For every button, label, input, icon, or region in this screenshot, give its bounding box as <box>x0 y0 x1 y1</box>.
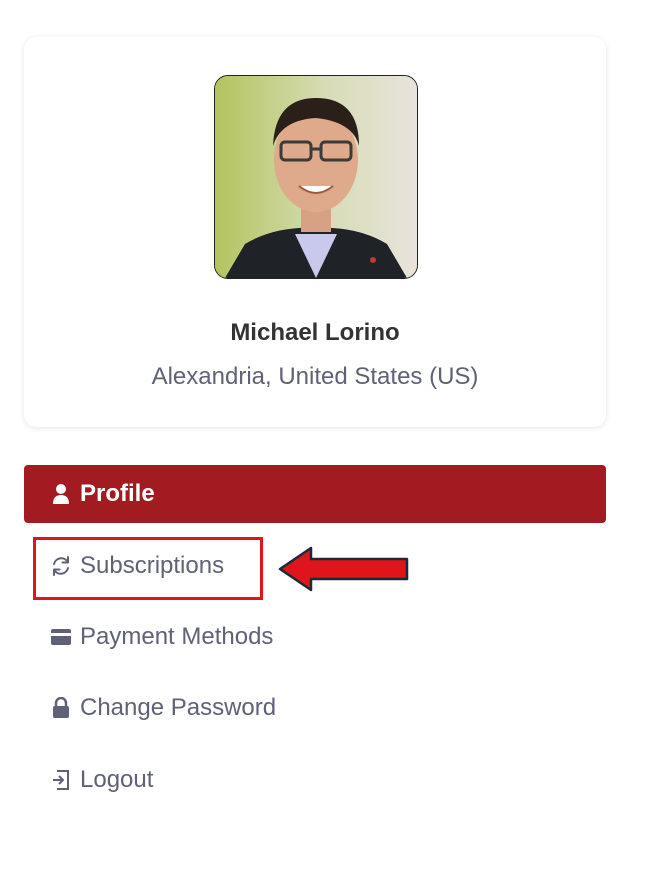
lock-icon <box>50 697 72 719</box>
menu-item-label: Logout <box>80 766 154 793</box>
avatar <box>214 75 418 279</box>
user-location: Alexandria, United States (US) <box>151 363 479 390</box>
menu-item-payment-methods[interactable]: Payment Methods <box>24 608 606 666</box>
annotation-highlight-box <box>33 537 263 600</box>
menu-item-profile[interactable]: Profile <box>24 465 606 523</box>
user-icon <box>50 483 72 505</box>
avatar-photo <box>215 76 417 278</box>
credit-card-icon <box>50 626 72 648</box>
menu-item-change-password[interactable]: Change Password <box>24 679 606 737</box>
user-name: Michael Lorino <box>230 319 400 346</box>
menu-item-logout[interactable]: Logout <box>24 751 606 809</box>
menu-item-label: Change Password <box>80 694 277 721</box>
profile-card: Michael Lorino Alexandria, United States… <box>24 37 606 427</box>
annotation-arrow-icon <box>278 546 409 592</box>
logout-icon <box>50 769 72 791</box>
menu-item-label: Profile <box>80 480 155 507</box>
menu-item-label: Payment Methods <box>80 623 274 650</box>
